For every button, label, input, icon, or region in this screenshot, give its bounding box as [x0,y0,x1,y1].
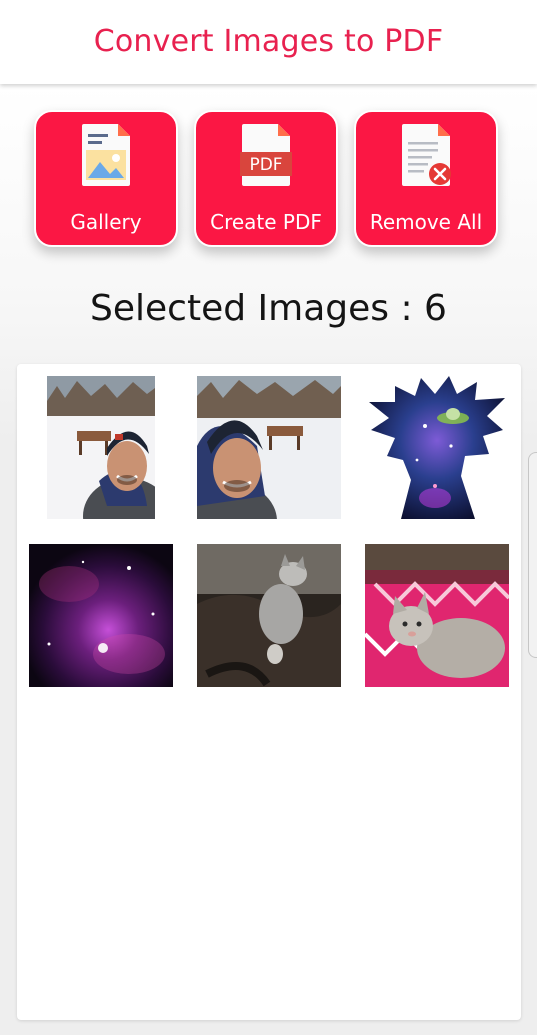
pdf-badge-text: PDF [249,155,282,175]
action-buttons: Gallery PDF Create PDF Remove All [34,110,498,247]
selected-images-count: Selected Images : 6 [90,288,447,329]
image-thumbnail[interactable] [29,544,173,687]
image-thumbnail[interactable] [197,544,341,687]
image-thumbnail[interactable] [47,376,155,519]
edge-panel-handle[interactable] [528,452,537,658]
image-grid [17,364,521,1020]
app-title: Convert Images to PDF [93,23,444,59]
pdf-file-icon: PDF [240,124,292,186]
app-bar: Convert Images to PDF [0,0,537,84]
remove-all-button[interactable]: Remove All [354,110,498,247]
create-pdf-button[interactable]: PDF Create PDF [194,110,338,247]
create-pdf-label: Create PDF [210,210,322,234]
remove-all-label: Remove All [369,210,483,234]
gallery-icon [82,124,130,186]
remove-document-icon [402,124,451,186]
gallery-button[interactable]: Gallery [34,110,178,247]
image-thumbnail[interactable] [365,376,509,519]
image-thumbnail[interactable] [365,544,509,687]
image-thumbnail[interactable] [197,376,341,519]
gallery-label: Gallery [70,210,142,234]
